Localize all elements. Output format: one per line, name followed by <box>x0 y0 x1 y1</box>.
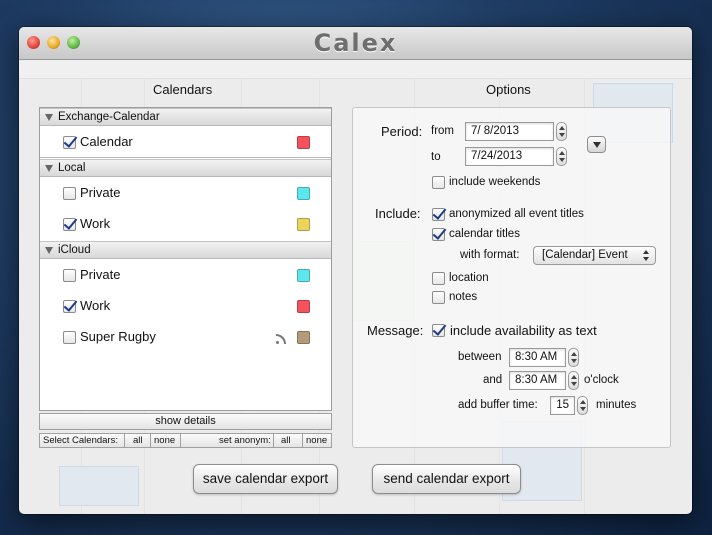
calendar-label: Private <box>80 185 121 200</box>
calendar-color-swatch[interactable] <box>297 331 310 344</box>
calendar-label: Calendar <box>80 134 133 149</box>
from-date-stepper[interactable] <box>556 122 567 141</box>
save-calendar-export-button[interactable]: save calendar export <box>193 464 338 494</box>
between-time-field[interactable]: 8:30 AM <box>509 348 566 367</box>
calendar-row-icloud-work[interactable]: Work <box>40 292 331 320</box>
calendar-titles-label: calendar titles <box>449 228 520 240</box>
availability-label: include availability as text <box>450 323 597 338</box>
oclock-label: o'clock <box>584 374 619 386</box>
to-label: to <box>431 151 441 163</box>
popup-arrows-icon <box>643 249 650 262</box>
calendar-color-swatch[interactable] <box>297 187 310 200</box>
calendar-checkbox[interactable] <box>63 187 76 200</box>
rss-icon <box>276 332 288 344</box>
disclosure-triangle-icon[interactable] <box>45 114 53 121</box>
calendar-row-icloud-super-rugby[interactable]: Super Rugby <box>40 323 331 351</box>
anonymized-titles-checkbox[interactable] <box>432 208 445 221</box>
title-bar[interactable]: Calex <box>19 27 692 60</box>
with-format-label: with format: <box>460 249 520 261</box>
group-name: Local <box>58 162 86 174</box>
calendar-checkbox[interactable] <box>63 300 76 313</box>
calendar-checkbox[interactable] <box>63 136 76 149</box>
calendar-row-local-private[interactable]: Private <box>40 179 331 207</box>
and-time-field[interactable]: 8:30 AM <box>509 371 566 390</box>
minutes-label: minutes <box>596 399 637 411</box>
calendar-color-swatch[interactable] <box>297 300 310 313</box>
notes-checkbox[interactable] <box>432 291 445 304</box>
show-details-button[interactable]: show details <box>39 413 332 430</box>
group-header-icloud[interactable]: iCloud <box>40 241 331 259</box>
from-date-field[interactable]: 7/ 8/2013 <box>465 122 554 141</box>
divider <box>180 434 181 447</box>
calendar-checkbox[interactable] <box>63 331 76 344</box>
calendar-label: Private <box>80 267 121 282</box>
divider <box>302 434 303 447</box>
buffer-time-stepper[interactable] <box>577 396 588 415</box>
calendar-list: Exchange-Calendar Calendar Local Private… <box>39 107 332 411</box>
calendar-color-swatch[interactable] <box>297 136 310 149</box>
calendar-row-icloud-private[interactable]: Private <box>40 261 331 289</box>
divider <box>273 434 274 447</box>
options-heading: Options <box>486 82 531 97</box>
period-label: Period: <box>381 124 423 139</box>
availability-checkbox[interactable] <box>432 324 445 337</box>
options-panel: Period: from 7/ 8/2013 to 7/24/2013 incl… <box>352 107 671 448</box>
location-label: location <box>449 272 489 284</box>
location-checkbox[interactable] <box>432 272 445 285</box>
anonym-all-button[interactable]: all <box>281 434 291 447</box>
calendar-titles-checkbox[interactable] <box>432 228 445 241</box>
group-header-exchange[interactable]: Exchange-Calendar <box>40 108 331 126</box>
backdrop-header <box>19 61 692 79</box>
calendar-color-swatch[interactable] <box>297 218 310 231</box>
selection-bar: Select Calendars: all none set anonym: a… <box>39 433 332 448</box>
calendar-label: Work <box>80 298 111 313</box>
date-picker-dropdown-button[interactable] <box>587 136 606 153</box>
between-label: between <box>458 351 502 363</box>
window-title: Calex <box>313 29 398 57</box>
format-popup-value: [Calendar] Event <box>542 249 628 261</box>
calendar-checkbox[interactable] <box>63 218 76 231</box>
send-calendar-export-button[interactable]: send calendar export <box>372 464 521 494</box>
disclosure-triangle-icon[interactable] <box>45 165 53 172</box>
disclosure-triangle-icon[interactable] <box>45 247 53 254</box>
group-name: iCloud <box>58 244 91 256</box>
group-name: Exchange-Calendar <box>58 111 160 123</box>
to-date-field[interactable]: 7/24/2013 <box>465 147 554 166</box>
to-date-stepper[interactable] <box>556 147 567 166</box>
select-calendars-label: Select Calendars: <box>43 435 118 446</box>
between-time-stepper[interactable] <box>568 348 579 367</box>
calendar-label: Super Rugby <box>80 329 156 344</box>
backdrop-event <box>59 466 139 506</box>
and-time-stepper[interactable] <box>568 371 579 390</box>
select-none-button[interactable]: none <box>154 434 175 447</box>
group-header-local[interactable]: Local <box>40 159 331 177</box>
message-label: Message: <box>367 323 424 338</box>
calendar-row-exchange-calendar[interactable]: Calendar <box>40 126 331 158</box>
notes-label: notes <box>449 291 478 303</box>
include-weekends-checkbox[interactable] <box>432 176 445 189</box>
calendar-color-swatch[interactable] <box>297 269 310 282</box>
divider <box>150 434 151 447</box>
format-popup[interactable]: [Calendar] Event <box>533 246 656 265</box>
include-weekends-label: include weekends <box>449 176 541 188</box>
include-label: Include: <box>375 206 421 221</box>
calendar-row-local-work[interactable]: Work <box>40 210 331 238</box>
divider <box>124 434 125 447</box>
app-window: Calex Calendars Exchange-Calendar Calend… <box>19 27 692 514</box>
set-anonym-label: set anonym: <box>219 435 271 446</box>
anonym-none-button[interactable]: none <box>306 434 327 447</box>
buffer-time-field[interactable]: 15 <box>550 396 575 415</box>
buffer-time-label: add buffer time: <box>458 399 538 411</box>
calendar-checkbox[interactable] <box>63 269 76 282</box>
calendars-heading: Calendars <box>153 82 213 97</box>
select-all-button[interactable]: all <box>133 434 143 447</box>
from-label: from <box>431 125 454 137</box>
and-label: and <box>483 374 503 386</box>
calendar-label: Work <box>80 216 111 231</box>
anonymized-titles-label: anonymized all event titles <box>449 208 584 220</box>
